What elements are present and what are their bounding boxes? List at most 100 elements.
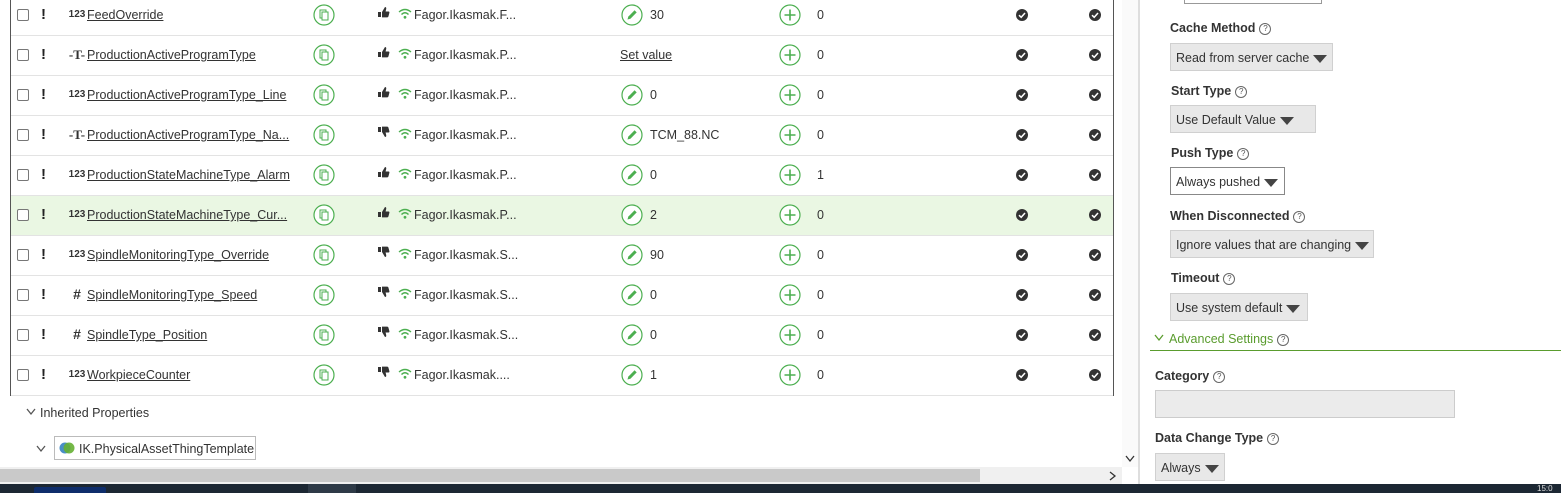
horizontal-scrollbar-thumb[interactable] [0,469,980,482]
row-checkbox[interactable] [17,169,29,181]
edit-pencil-icon[interactable] [621,244,643,266]
row-checkbox[interactable] [17,129,29,141]
timeout-dropdown[interactable]: Use system default [1170,293,1308,321]
edit-pencil-icon[interactable] [621,124,643,146]
dropdown-arrow-icon [1279,117,1294,125]
row-checkbox[interactable] [17,9,29,21]
inherited-properties-toggle[interactable]: Inherited Properties [26,406,149,420]
row-checkbox[interactable] [17,249,29,261]
inherited-properties-label: Inherited Properties [40,406,150,420]
edit-pencil-icon[interactable] [621,4,643,26]
template-chip[interactable]: IK.PhysicalAssetThingTemplate [54,436,256,460]
row-checkbox[interactable] [17,49,29,61]
help-icon[interactable]: ? [1237,148,1250,160]
taskbar-start-button[interactable] [34,487,106,493]
check-circle-icon [1016,209,1028,221]
copy-icon[interactable] [313,164,335,186]
table-row[interactable]: ! # SpindleType_Position Fagor.Ikasmak.S...… [11,316,1113,356]
add-icon[interactable] [779,364,801,386]
help-icon[interactable]: ? [1267,433,1280,445]
category-input[interactable] [1155,390,1455,418]
copy-icon[interactable] [313,364,335,386]
copy-icon[interactable] [313,44,335,66]
set-value-link[interactable]: Set value [620,48,672,62]
partial-input-box[interactable] [1184,0,1322,4]
table-row[interactable]: ! # SpindleMonitoringType_Speed Fagor.Ikasm… [11,276,1113,316]
property-name-link[interactable]: SpindleMonitoringType_Override [87,248,269,262]
copy-icon[interactable] [313,4,335,26]
data-change-type-text: Data Change Type [1155,431,1264,445]
row-checkbox[interactable] [17,209,29,221]
add-icon[interactable] [779,284,801,306]
row-checkbox[interactable] [17,329,29,341]
wifi-icon [398,368,412,379]
table-row[interactable]: ! 123 SpindleMonitoringType_Override Fagor.… [11,236,1113,276]
edit-pencil-icon[interactable] [621,364,643,386]
help-icon[interactable]: ? [1223,273,1236,285]
copy-icon[interactable] [313,324,335,346]
property-name-link[interactable]: ProductionStateMachineType_Cur... [87,208,287,222]
add-icon[interactable] [779,84,801,106]
add-icon[interactable] [779,244,801,266]
advanced-settings-toggle[interactable]: Advanced Settings? [1154,332,1290,346]
add-icon[interactable] [779,44,801,66]
table-row[interactable]: ! 123 ProductionStateMachineType_Alarm Fago… [11,156,1113,196]
check-circle-icon [1016,129,1028,141]
subscription-count: 0 [817,288,824,302]
help-icon[interactable]: ? [1213,371,1226,383]
table-row[interactable]: ! 123 ProductionActiveProgramType_Line Fago… [11,76,1113,116]
help-icon[interactable]: ? [1293,211,1306,223]
chevron-right-icon[interactable] [1109,471,1117,481]
start-type-label: Start Type? [1171,84,1248,98]
edit-pencil-icon[interactable] [621,284,643,306]
copy-icon[interactable] [313,124,335,146]
property-name-link[interactable]: SpindleMonitoringType_Speed [87,288,257,302]
push-type-dropdown[interactable]: Always pushed [1170,167,1285,195]
add-icon[interactable] [779,124,801,146]
cache-method-dropdown[interactable]: Read from server cache [1170,43,1333,71]
data-change-type-dropdown[interactable]: Always [1155,453,1225,481]
property-name-link[interactable]: WorkpieceCounter [87,368,190,382]
copy-icon[interactable] [313,204,335,226]
add-icon[interactable] [779,164,801,186]
add-icon[interactable] [779,204,801,226]
vertical-scrollbar[interactable] [1122,0,1138,467]
property-name-link[interactable]: ProductionActiveProgramType [87,48,256,62]
property-name-link[interactable]: FeedOverride [87,8,163,22]
help-icon[interactable]: ? [1277,334,1290,346]
edit-pencil-icon[interactable] [621,324,643,346]
property-name-link[interactable]: ProductionActiveProgramType_Line [87,88,286,102]
data-change-type-value: Always [1161,461,1201,475]
property-name-link[interactable]: ProductionActiveProgramType_Na... [87,128,289,142]
dropdown-arrow-icon [1286,305,1301,313]
chevron-down-icon[interactable] [1125,455,1135,463]
edit-pencil-icon[interactable] [621,204,643,226]
copy-icon[interactable] [313,284,335,306]
table-row[interactable]: ! 123 FeedOverride Fagor.Ikasmak.F... 30 0 [11,0,1113,36]
start-type-dropdown[interactable]: Use Default Value [1170,105,1316,133]
property-name-link[interactable]: SpindleType_Position [87,328,207,342]
row-checkbox[interactable] [17,89,29,101]
subscription-count: 0 [817,48,824,62]
property-name-link[interactable]: ProductionStateMachineType_Alarm [87,168,290,182]
table-row[interactable]: ! -T- ProductionActiveProgramType Fagor.Ika… [11,36,1113,76]
help-icon[interactable]: ? [1259,23,1272,35]
taskbar-active-app[interactable] [308,484,356,493]
edit-pencil-icon[interactable] [621,164,643,186]
check-circle-icon [1089,89,1101,101]
horizontal-scrollbar[interactable] [0,467,1122,484]
add-icon[interactable] [779,4,801,26]
table-row[interactable]: ! -T- ProductionActiveProgramType_Na... Fag… [11,116,1113,156]
row-checkbox[interactable] [17,369,29,381]
copy-icon[interactable] [313,244,335,266]
edit-pencil-icon[interactable] [621,84,643,106]
add-icon[interactable] [779,324,801,346]
table-row[interactable]: ! 123 ProductionStateMachineType_Cur... Fag… [11,196,1113,236]
table-row[interactable]: ! 123 WorkpieceCounter Fagor.Ikasmak.... 1 0 [11,356,1113,396]
row-checkbox[interactable] [17,289,29,301]
copy-icon[interactable] [313,84,335,106]
when-disconnected-dropdown[interactable]: Ignore values that are changing [1170,230,1374,258]
thumb-down-icon [378,366,390,377]
subscription-count: 0 [817,8,824,22]
help-icon[interactable]: ? [1235,86,1248,98]
